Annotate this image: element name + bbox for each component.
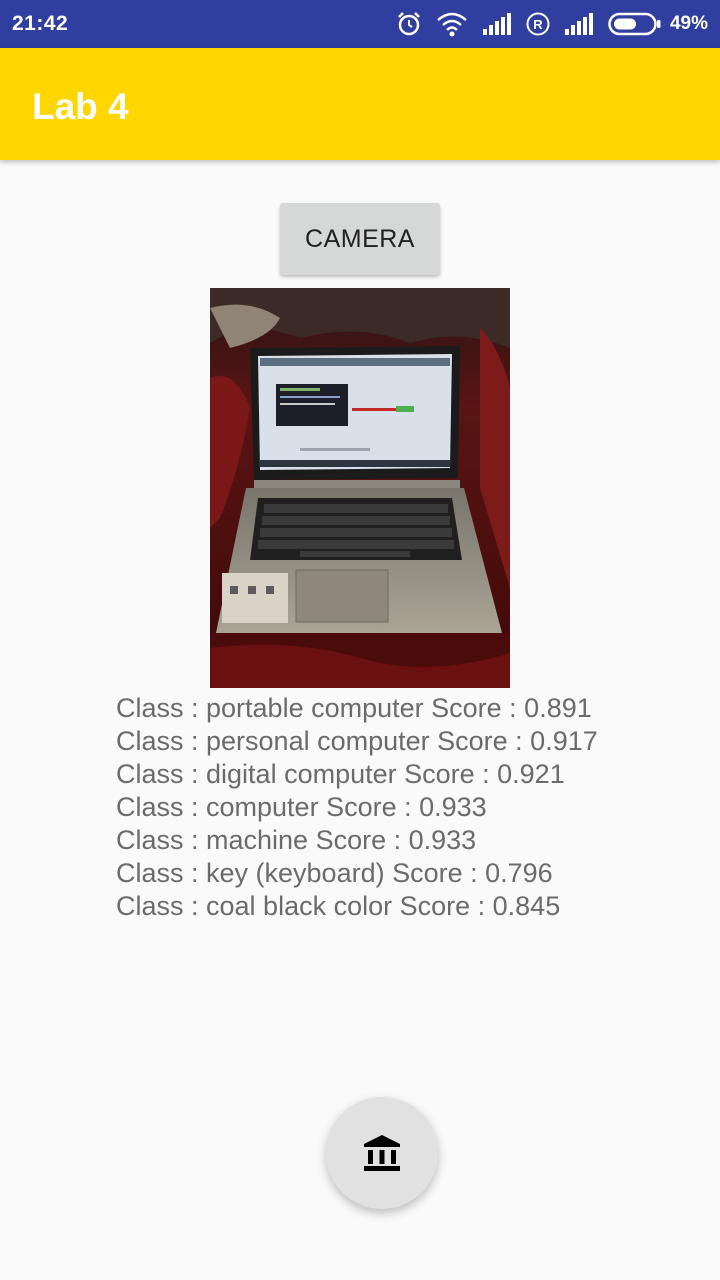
result-line: Class : key (keyboard) Score : 0.796 <box>116 858 553 888</box>
roaming-icon: R <box>526 12 550 36</box>
signal-icon <box>564 13 593 35</box>
alarm-icon <box>398 12 420 36</box>
battery-icon <box>608 12 661 36</box>
captured-photo <box>210 288 510 688</box>
result-line: Class : portable computer Score : 0.891 <box>116 693 592 723</box>
result-line: Class : machine Score : 0.933 <box>116 825 477 855</box>
laptop-photo <box>210 288 510 688</box>
result-line: Class : personal computer Score : 0.917 <box>116 726 598 756</box>
result-line: Class : digital computer Score : 0.921 <box>116 759 565 789</box>
status-time: 21:42 <box>12 12 69 35</box>
battery-percentage: 49% <box>669 13 708 34</box>
status-bar: 21:42 R 49% <box>0 0 720 48</box>
classification-results: Class : portable computer Score : 0.891 … <box>116 692 598 923</box>
result-line: Class : coal black color Score : 0.845 <box>116 891 561 921</box>
camera-button[interactable]: CAMERA <box>280 203 440 275</box>
signal-icon <box>482 13 511 35</box>
svg-text:R: R <box>533 17 543 32</box>
status-icons: R 49% <box>396 10 708 38</box>
wifi-icon <box>437 12 467 37</box>
app-title: Lab 4 <box>32 86 129 127</box>
floating-action-button[interactable] <box>326 1097 438 1209</box>
app-bar: Lab 4 <box>0 48 720 160</box>
bank-icon <box>364 1135 400 1171</box>
result-line: Class : computer Score : 0.933 <box>116 792 487 822</box>
